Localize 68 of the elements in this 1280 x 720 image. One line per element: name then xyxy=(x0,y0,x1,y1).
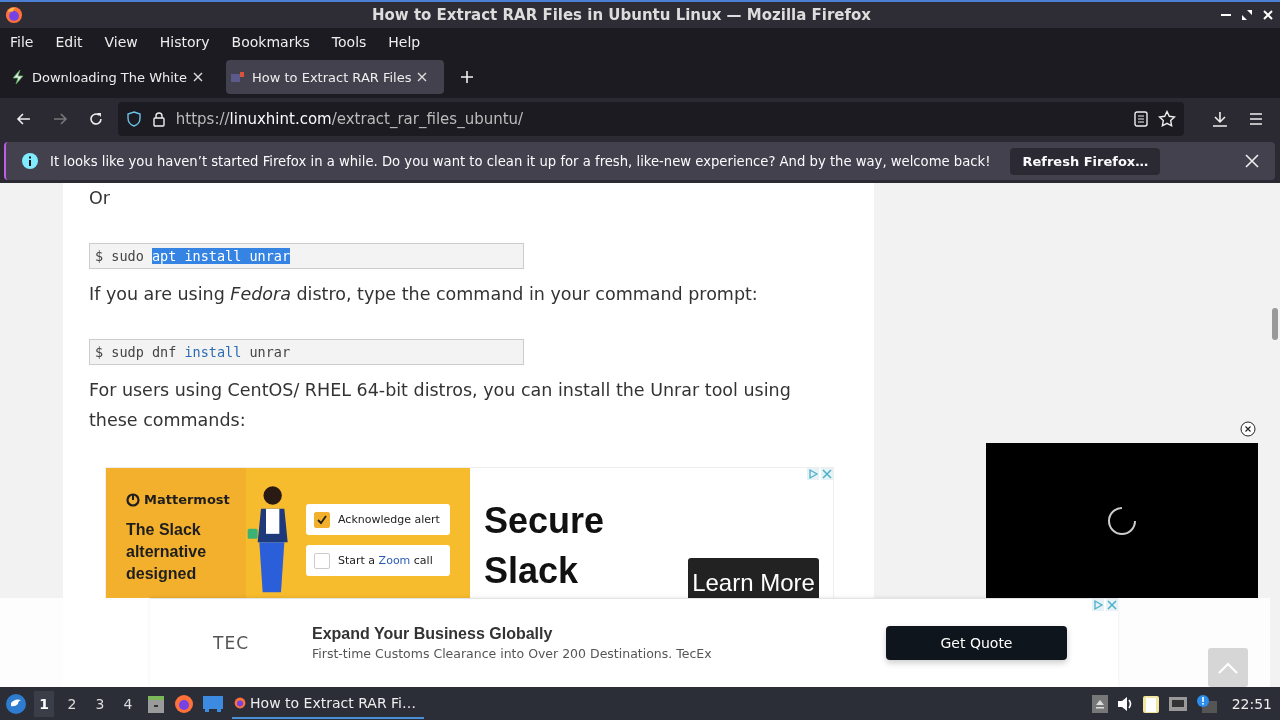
menu-item[interactable]: Bookmarks xyxy=(231,34,310,50)
file-cabinet-icon[interactable] xyxy=(146,693,166,714)
browser-tab[interactable]: How to Extract RAR Files xyxy=(226,60,444,94)
workspace-button[interactable]: 3 xyxy=(90,690,110,717)
code-block: $ sudo apt install unrar xyxy=(89,243,524,269)
network-icon[interactable] xyxy=(1167,694,1188,713)
paragraph: For users using CentOS/ RHEL 64-bit distros, you can install the Unrar tool using these commands: xyxy=(89,379,792,432)
code-block: $ sudp dnf install unrar xyxy=(89,339,524,365)
loading-spinner-icon xyxy=(1106,504,1138,537)
lightning-icon xyxy=(10,69,26,85)
ad-headline: The Slack xyxy=(126,520,202,540)
learn-more-button[interactable]: Learn More xyxy=(688,558,819,598)
maximize-icon[interactable] xyxy=(1241,9,1253,21)
eject-icon[interactable] xyxy=(1091,694,1108,713)
menu-item[interactable]: Help xyxy=(388,34,421,50)
address-bar[interactable]: https://linuxhint.com/extract_rar_files_ubuntu/ xyxy=(117,102,1185,136)
shield-icon xyxy=(125,111,142,127)
banner-ad[interactable]: TEC Expand Your Business Globally First-time Customs Clearance into Over 200 Destinations. TecEx Get Quote xyxy=(150,598,1118,687)
workspace-button[interactable]: 1 xyxy=(34,690,54,717)
firefox-icon xyxy=(5,6,23,24)
menu-item[interactable]: Tools xyxy=(331,34,367,50)
speaker-icon[interactable] xyxy=(1115,694,1134,713)
brand-name: Mattermost xyxy=(144,492,230,507)
start-menu-icon[interactable] xyxy=(6,693,26,714)
ad-slogan: Slack xyxy=(484,549,579,593)
menu-item[interactable]: File xyxy=(10,34,34,50)
scrollbar-thumb[interactable] xyxy=(1272,308,1278,340)
paragraph: If you are using Fedora distro, type the command in your command prompt: xyxy=(89,283,759,306)
checklist-label: Acknowledge alert xyxy=(338,513,440,526)
paragraph: Or xyxy=(89,187,111,210)
checklist-label: Start a Zoom call xyxy=(338,554,433,567)
reload-icon[interactable] xyxy=(87,111,104,127)
new-tab-icon[interactable] xyxy=(460,70,474,84)
info-icon xyxy=(22,153,38,169)
brand-logo: TEC xyxy=(212,633,250,653)
firefox-icon[interactable] xyxy=(174,693,194,714)
ad-subtitle: First-time Customs Clearance into Over 200 Destinations. TecEx xyxy=(312,646,713,661)
chevron-up-icon xyxy=(1217,660,1239,675)
ad-slogan: Secure xyxy=(484,499,605,543)
taskbar-window-button[interactable]: How to Extract RAR Fi… xyxy=(232,688,424,719)
site-icon xyxy=(230,69,246,85)
get-quote-button[interactable]: Get Quote xyxy=(886,626,1067,660)
menu-item[interactable]: Edit xyxy=(55,34,83,50)
reader-view-icon[interactable] xyxy=(1134,111,1149,127)
menu-icon[interactable] xyxy=(1248,111,1264,127)
workspace-button[interactable]: 4 xyxy=(118,690,138,717)
desktop-icon[interactable] xyxy=(202,694,224,713)
notification-text: It looks like you haven’t started Firefox in a while. Do you want to clean it up for a fresh, like-new experience? And by the way, welcome back! xyxy=(50,153,991,169)
back-icon[interactable] xyxy=(16,111,32,127)
advertisement[interactable]: Mattermost The Slack alternative designed Acknowledge alert Start a Zoom call Secure Slack Learn More xyxy=(105,467,834,598)
clipboard-icon[interactable] xyxy=(1141,693,1160,714)
star-icon[interactable] xyxy=(1158,110,1177,128)
clock: 22:51 xyxy=(1231,695,1272,712)
window-title: How to Extract RAR Files in Ubuntu Linux — Mozilla Firefox xyxy=(370,6,873,24)
menu-item[interactable]: History xyxy=(159,34,210,50)
forward-icon[interactable] xyxy=(51,111,68,127)
browser-tab[interactable]: Downloading The White xyxy=(6,60,222,94)
logo-icon xyxy=(126,492,140,507)
ad-headline: designed xyxy=(126,564,198,584)
ad-title: Expand Your Business Globally xyxy=(312,625,554,643)
lock-icon xyxy=(151,111,166,127)
download-icon[interactable] xyxy=(1212,111,1229,127)
workspace-button[interactable]: 2 xyxy=(62,690,82,717)
refresh-button[interactable]: Refresh Firefox… xyxy=(1010,147,1161,175)
ad-headline: alternative xyxy=(126,542,208,562)
menu-item[interactable]: View xyxy=(104,34,138,50)
update-notice-icon[interactable] xyxy=(1195,693,1218,714)
close-icon[interactable] xyxy=(1240,421,1256,437)
